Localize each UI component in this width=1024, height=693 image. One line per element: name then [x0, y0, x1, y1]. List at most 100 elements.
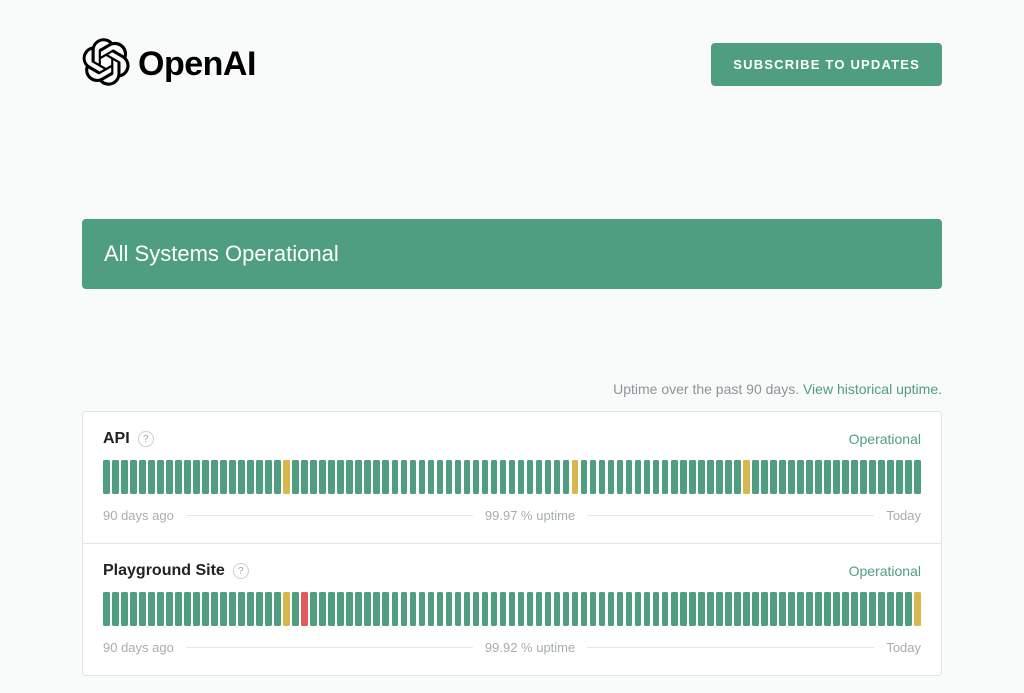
uptime-bar[interactable] — [716, 592, 723, 626]
uptime-bar[interactable] — [220, 592, 227, 626]
uptime-bar[interactable] — [725, 460, 732, 494]
uptime-bar[interactable] — [851, 592, 858, 626]
uptime-bar[interactable] — [319, 460, 326, 494]
uptime-bar[interactable] — [337, 592, 344, 626]
uptime-bar[interactable] — [157, 592, 164, 626]
uptime-bar[interactable] — [211, 592, 218, 626]
uptime-bar[interactable] — [446, 592, 453, 626]
uptime-bar[interactable] — [283, 592, 290, 626]
uptime-bar[interactable] — [815, 592, 822, 626]
uptime-bar[interactable] — [914, 460, 921, 494]
uptime-bar[interactable] — [572, 592, 579, 626]
uptime-bar[interactable] — [761, 460, 768, 494]
uptime-bar[interactable] — [689, 592, 696, 626]
uptime-bar[interactable] — [698, 592, 705, 626]
uptime-bar[interactable] — [752, 460, 759, 494]
uptime-bar[interactable] — [662, 460, 669, 494]
uptime-bar[interactable] — [238, 460, 245, 494]
uptime-bar[interactable] — [121, 592, 128, 626]
uptime-bar[interactable] — [788, 592, 795, 626]
uptime-bar[interactable] — [184, 592, 191, 626]
uptime-bar[interactable] — [319, 592, 326, 626]
uptime-bar[interactable] — [175, 460, 182, 494]
uptime-bar[interactable] — [779, 592, 786, 626]
uptime-bar[interactable] — [355, 460, 362, 494]
uptime-bar[interactable] — [382, 460, 389, 494]
uptime-bar[interactable] — [229, 592, 236, 626]
uptime-bar[interactable] — [301, 592, 308, 626]
uptime-bar[interactable] — [554, 460, 561, 494]
uptime-bar[interactable] — [896, 592, 903, 626]
uptime-bar[interactable] — [680, 460, 687, 494]
uptime-bar[interactable] — [193, 460, 200, 494]
uptime-bar[interactable] — [842, 592, 849, 626]
uptime-bar[interactable] — [238, 592, 245, 626]
uptime-bar[interactable] — [184, 460, 191, 494]
uptime-bar[interactable] — [518, 592, 525, 626]
uptime-bar[interactable] — [401, 460, 408, 494]
uptime-bar[interactable] — [112, 592, 119, 626]
uptime-bar[interactable] — [599, 592, 606, 626]
uptime-bar[interactable] — [455, 460, 462, 494]
uptime-bar[interactable] — [734, 592, 741, 626]
logo[interactable]: OpenAI — [82, 38, 256, 91]
uptime-bar[interactable] — [842, 460, 849, 494]
uptime-bar[interactable] — [851, 460, 858, 494]
uptime-bar[interactable] — [292, 460, 299, 494]
uptime-bar[interactable] — [130, 592, 137, 626]
uptime-bar[interactable] — [716, 460, 723, 494]
uptime-bar[interactable] — [473, 592, 480, 626]
uptime-bar[interactable] — [536, 460, 543, 494]
uptime-bar[interactable] — [770, 460, 777, 494]
uptime-bar[interactable] — [590, 592, 597, 626]
uptime-bar[interactable] — [256, 460, 263, 494]
uptime-bar[interactable] — [464, 592, 471, 626]
uptime-bar[interactable] — [824, 592, 831, 626]
uptime-bar[interactable] — [563, 592, 570, 626]
uptime-bar[interactable] — [770, 592, 777, 626]
uptime-bar[interactable] — [274, 592, 281, 626]
uptime-bar[interactable] — [509, 460, 516, 494]
uptime-bar[interactable] — [779, 460, 786, 494]
uptime-bar[interactable] — [662, 592, 669, 626]
uptime-bar[interactable] — [346, 460, 353, 494]
uptime-bar[interactable] — [274, 460, 281, 494]
uptime-bar[interactable] — [256, 592, 263, 626]
uptime-bar[interactable] — [572, 460, 579, 494]
uptime-bar[interactable] — [725, 592, 732, 626]
uptime-bar[interactable] — [671, 592, 678, 626]
uptime-bar[interactable] — [328, 460, 335, 494]
uptime-bar[interactable] — [671, 460, 678, 494]
uptime-bar[interactable] — [328, 592, 335, 626]
uptime-bar[interactable] — [653, 460, 660, 494]
uptime-bar[interactable] — [193, 592, 200, 626]
uptime-bar[interactable] — [175, 592, 182, 626]
uptime-bar[interactable] — [148, 592, 155, 626]
uptime-bar[interactable] — [355, 592, 362, 626]
uptime-bar[interactable] — [635, 592, 642, 626]
uptime-bar[interactable] — [527, 592, 534, 626]
uptime-bar[interactable] — [869, 460, 876, 494]
uptime-bar[interactable] — [797, 592, 804, 626]
uptime-bar[interactable] — [265, 592, 272, 626]
uptime-bar[interactable] — [608, 592, 615, 626]
help-icon[interactable]: ? — [233, 563, 249, 579]
uptime-bar[interactable] — [788, 460, 795, 494]
subscribe-button[interactable]: SUBSCRIBE TO UPDATES — [711, 43, 942, 86]
uptime-bar[interactable] — [824, 460, 831, 494]
uptime-bar[interactable] — [815, 460, 822, 494]
uptime-bar[interactable] — [518, 460, 525, 494]
uptime-bar[interactable] — [410, 592, 417, 626]
uptime-bar[interactable] — [103, 592, 110, 626]
uptime-bar[interactable] — [752, 592, 759, 626]
uptime-bar[interactable] — [545, 592, 552, 626]
uptime-bar[interactable] — [491, 592, 498, 626]
uptime-bar[interactable] — [806, 460, 813, 494]
uptime-bar[interactable] — [392, 460, 399, 494]
uptime-bar[interactable] — [527, 460, 534, 494]
uptime-bar[interactable] — [644, 460, 651, 494]
uptime-bar[interactable] — [166, 460, 173, 494]
uptime-bar[interactable] — [914, 592, 921, 626]
uptime-bar[interactable] — [545, 460, 552, 494]
uptime-bar[interactable] — [211, 460, 218, 494]
